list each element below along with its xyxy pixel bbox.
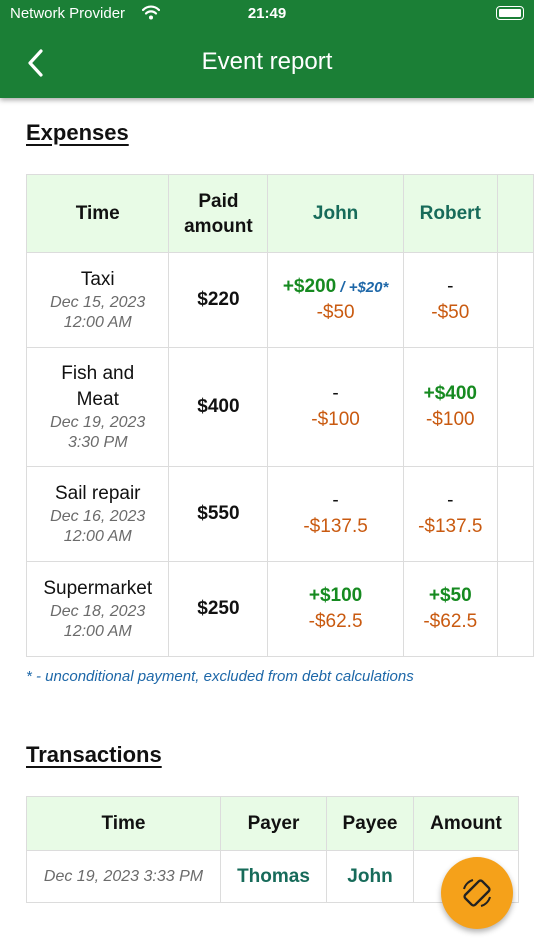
tx-col-payee: Payee bbox=[326, 796, 414, 851]
page-title: Event report bbox=[201, 48, 333, 75]
expense-row[interactable]: Sail repair Dec 16, 2023 12:00 AM $550 -… bbox=[25, 466, 534, 562]
transactions-heading: Transactions bbox=[26, 742, 162, 767]
share-paid: +$50 bbox=[428, 585, 472, 606]
expense-amount: $400 bbox=[197, 396, 240, 417]
expense-date: Dec 18, 2023 bbox=[50, 603, 146, 620]
col-paid-header: Paid amount bbox=[168, 174, 269, 253]
expense-time: 12:00 AM bbox=[63, 623, 132, 640]
expense-name: Sail repair bbox=[54, 483, 141, 504]
col-person-john: John bbox=[267, 174, 404, 253]
share-owed: -$137.5 bbox=[418, 516, 483, 537]
expense-time: 12:00 AM bbox=[63, 528, 132, 545]
expenses-heading: Expenses bbox=[26, 120, 129, 145]
expense-row[interactable]: Fish and Meat Dec 19, 2023 3:30 PM $400 … bbox=[25, 347, 534, 467]
expenses-table-scroll[interactable]: Time Paid amount John Robert Taxi Dec 15… bbox=[0, 170, 534, 660]
share-paid: - bbox=[447, 490, 454, 511]
rotate-screen-button[interactable] bbox=[441, 857, 513, 929]
expense-amount: $250 bbox=[197, 598, 240, 619]
expense-name: Fish and Meat bbox=[61, 363, 135, 410]
tx-time: Dec 19, 2023 3:33 PM bbox=[26, 850, 221, 903]
share-paid: - bbox=[332, 383, 339, 404]
col-time-header: Time bbox=[25, 174, 170, 253]
expense-time: 12:00 AM bbox=[63, 314, 132, 331]
expense-date: Dec 15, 2023 bbox=[50, 294, 146, 311]
share-paid: - bbox=[332, 490, 339, 511]
status-time: 21:49 bbox=[247, 5, 287, 22]
expense-amount: $220 bbox=[197, 289, 240, 310]
tx-col-amount: Amount bbox=[413, 796, 519, 851]
share-owed: -$62.5 bbox=[308, 611, 363, 632]
expense-date: Dec 16, 2023 bbox=[50, 508, 146, 525]
expense-row[interactable]: Supermarket Dec 18, 2023 12:00 AM $250 +… bbox=[25, 561, 534, 657]
share-paid: +$200 bbox=[282, 276, 337, 297]
expense-amount: $550 bbox=[197, 503, 240, 524]
app-bar: Network Provider 21:49 Event report bbox=[0, 0, 534, 98]
tx-payer: Thomas bbox=[220, 850, 327, 903]
expense-name: Supermarket bbox=[43, 578, 153, 599]
share-owed: -$100 bbox=[425, 409, 475, 430]
unconditional-payment: / +$20* bbox=[336, 279, 389, 296]
tx-col-time: Time bbox=[26, 796, 221, 851]
expense-row[interactable]: Taxi Dec 15, 2023 12:00 AM $220 +$200 / … bbox=[25, 252, 534, 348]
tx-col-payer: Payer bbox=[220, 796, 327, 851]
share-owed: -$137.5 bbox=[303, 516, 368, 537]
expense-time: 3:30 PM bbox=[67, 434, 128, 451]
tx-payee: John bbox=[326, 850, 414, 903]
screen-rotation-icon bbox=[463, 879, 491, 907]
share-paid: - bbox=[447, 276, 454, 297]
share-paid: +$100 bbox=[308, 585, 363, 606]
col-person-next bbox=[496, 174, 534, 253]
status-bar: Network Provider 21:49 bbox=[0, 0, 534, 28]
expense-name: Taxi bbox=[80, 269, 115, 290]
share-owed: -$62.5 bbox=[423, 611, 478, 632]
share-owed: -$50 bbox=[316, 302, 355, 323]
expenses-table: Time Paid amount John Robert Taxi Dec 15… bbox=[25, 174, 534, 657]
expense-date: Dec 19, 2023 bbox=[50, 414, 146, 431]
col-person-robert: Robert bbox=[402, 174, 498, 253]
share-owed: -$100 bbox=[311, 409, 360, 430]
share-paid: +$400 bbox=[423, 383, 477, 404]
unconditional-footnote: * - unconditional payment, excluded from… bbox=[26, 668, 414, 685]
share-owed: -$50 bbox=[431, 302, 470, 323]
battery-icon bbox=[496, 6, 524, 20]
